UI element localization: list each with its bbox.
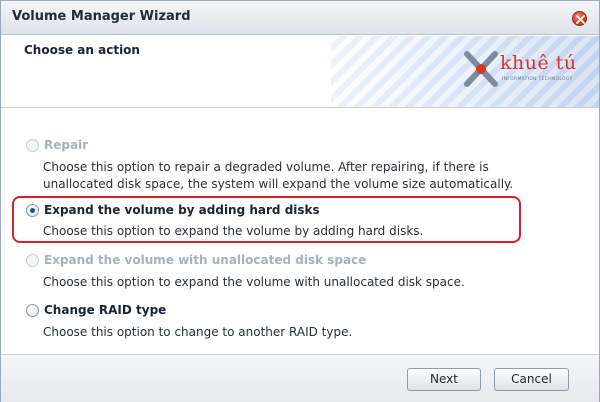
title-bar: Volume Manager Wizard bbox=[1, 1, 599, 35]
page-title: Choose an action bbox=[24, 43, 140, 57]
logo-text: khuê tú bbox=[500, 52, 577, 74]
expand-unallocated-description: Choose this option to expand the volume … bbox=[43, 275, 465, 289]
expand-unallocated-label: Expand the volume with unallocated disk … bbox=[44, 253, 367, 267]
brand-logo: khuê tú INFORMATION TECHNOLOGY bbox=[464, 51, 592, 91]
wizard-footer: Next Cancel bbox=[1, 354, 599, 402]
repair-label: Repair bbox=[44, 138, 89, 152]
change-raid-label[interactable]: Change RAID type bbox=[44, 303, 166, 317]
close-icon[interactable] bbox=[572, 11, 587, 26]
repair-description: Choose this option to repair a degraded … bbox=[43, 160, 514, 191]
cancel-button[interactable]: Cancel bbox=[494, 368, 569, 391]
volume-manager-wizard-window: Volume Manager Wizard Choose an action k… bbox=[0, 0, 600, 402]
next-button[interactable]: Next bbox=[407, 368, 481, 391]
logo-subtitle: INFORMATION TECHNOLOGY bbox=[502, 77, 573, 82]
repair-radio bbox=[26, 139, 39, 152]
window-title: Volume Manager Wizard bbox=[12, 9, 191, 24]
change-raid-description: Choose this option to change to another … bbox=[43, 325, 353, 339]
logo-x-icon bbox=[464, 51, 498, 87]
close-x-glyph bbox=[576, 15, 585, 24]
expand-unallocated-radio bbox=[26, 254, 39, 267]
change-raid-radio[interactable] bbox=[26, 304, 39, 317]
selected-option-highlight bbox=[12, 196, 521, 243]
